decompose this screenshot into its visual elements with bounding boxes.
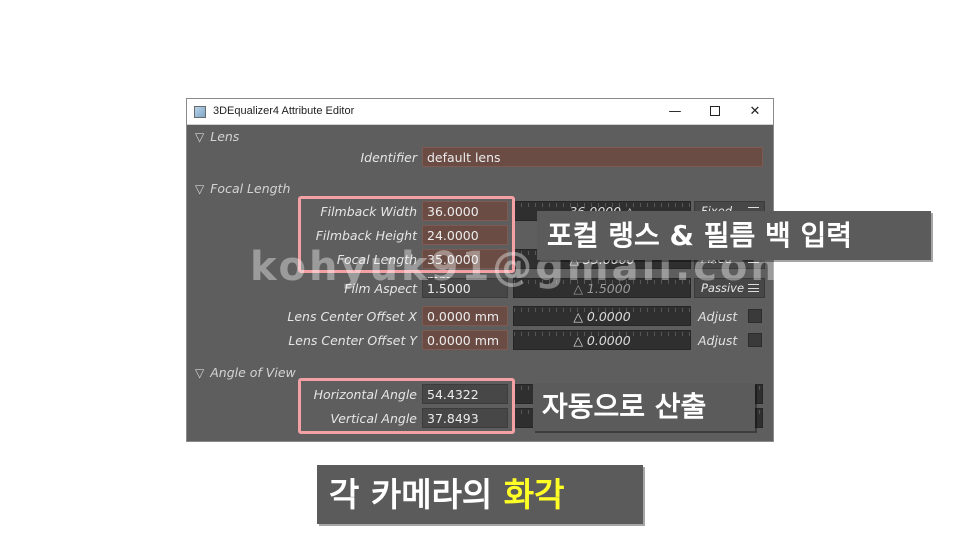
lens-center-offset-x-adjust-checkbox[interactable]	[748, 309, 762, 323]
identifier-label: Identifier	[360, 150, 417, 165]
caption-prefix: 각 카메라의	[329, 475, 504, 514]
app-icon	[194, 106, 206, 118]
caption-highlight: 화각	[503, 475, 565, 514]
lens-center-offset-y-label: Lens Center Offset Y	[288, 333, 417, 348]
lens-center-offset-y-slider[interactable]: △ 0.0000	[513, 330, 691, 350]
lens-center-offset-y-field[interactable]: 0.0000 mm	[422, 330, 508, 350]
section-angle-of-view[interactable]: ▽ Angle of View	[195, 365, 296, 380]
lens-center-offset-y-adjust-checkbox[interactable]	[748, 333, 762, 347]
maximize-button[interactable]	[695, 99, 735, 124]
section-focal-length[interactable]: ▽ Focal Length	[195, 181, 290, 196]
lens-center-offset-x-adjust-label: Adjust	[698, 309, 738, 324]
lens-center-offset-y-adjust-label: Adjust	[698, 333, 738, 348]
lens-center-offset-x-label: Lens Center Offset X	[287, 309, 417, 324]
identifier-field[interactable]: default lens	[422, 147, 763, 167]
lens-center-offset-x-slider[interactable]: △ 0.0000	[513, 306, 691, 326]
caption: 각 카메라의 화각	[317, 465, 643, 524]
maximize-icon	[710, 105, 720, 116]
callout-auto: 자동으로 산출	[533, 383, 755, 431]
collapse-triangle-icon[interactable]: ▽	[195, 130, 204, 144]
section-lens[interactable]: ▽ Lens	[195, 129, 239, 144]
collapse-triangle-icon[interactable]: ▽	[195, 182, 204, 196]
angle-highlight-box	[298, 378, 515, 434]
close-button[interactable]: ✕	[735, 99, 775, 124]
section-lens-label: Lens	[210, 129, 240, 144]
collapse-triangle-icon[interactable]: ▽	[195, 366, 204, 380]
section-focal-length-label: Focal Length	[210, 181, 291, 196]
section-angle-of-view-label: Angle of View	[210, 365, 296, 380]
window-title: 3DEqualizer4 Attribute Editor	[213, 105, 355, 117]
callout-input: 포컬 랭스 & 필름 백 입력	[537, 211, 931, 260]
title-bar[interactable]: 3DEqualizer4 Attribute Editor — ✕	[187, 99, 773, 125]
lens-center-offset-x-field[interactable]: 0.0000 mm	[422, 306, 508, 326]
minimize-button[interactable]: —	[655, 99, 695, 124]
